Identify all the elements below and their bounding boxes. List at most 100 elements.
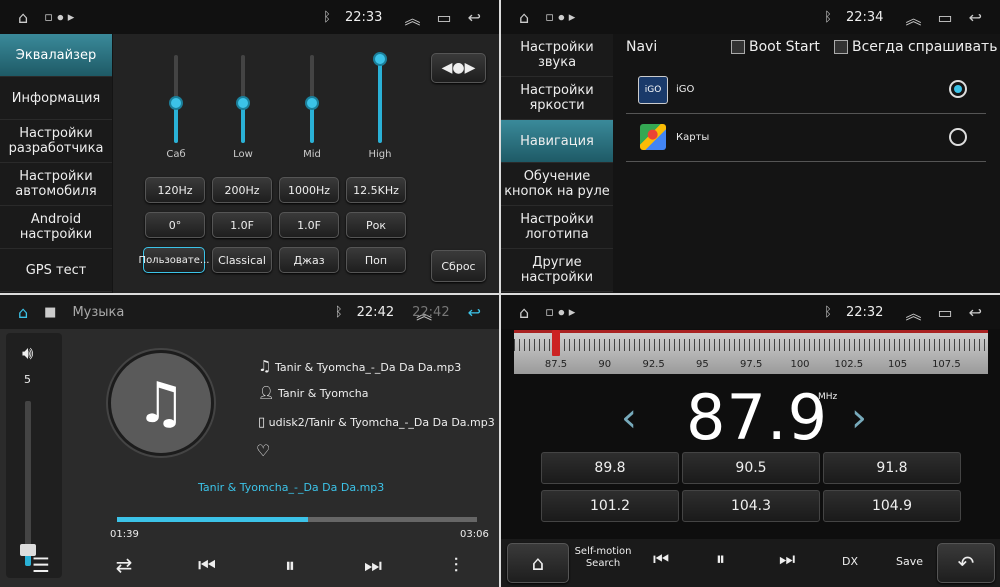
menu-item-sound[interactable]: Настройки звука bbox=[501, 34, 613, 77]
self-motion-label: Self-motion bbox=[574, 546, 632, 557]
eq-slider-1[interactable] bbox=[236, 55, 250, 143]
freq-12-5khz[interactable]: 12.5KHz bbox=[346, 177, 406, 203]
back-button[interactable]: ↶ bbox=[937, 543, 995, 583]
preset-jazz[interactable]: Джаз bbox=[279, 247, 339, 273]
previous-icon[interactable]: ⏮︎ bbox=[653, 549, 669, 570]
navi-title: Navi bbox=[626, 39, 658, 55]
file-name: Tanir & Tyomcha_-_Da Da Da.mp3 bbox=[274, 361, 462, 374]
home-button[interactable]: ⌂ bbox=[507, 543, 569, 583]
chevron-up-icon[interactable]: ︽ bbox=[404, 5, 420, 29]
freq-120hz[interactable]: 120Hz bbox=[145, 177, 205, 203]
back-icon[interactable]: ↩ bbox=[468, 303, 481, 322]
pause-icon[interactable]: ⏸︎ bbox=[270, 553, 310, 577]
menu-item-logo[interactable]: Настройки логотипа bbox=[501, 206, 613, 249]
equalizer-icon[interactable]: ⫶ bbox=[436, 553, 476, 577]
always-ask-checkbox[interactable]: Всегда спрашивать bbox=[834, 39, 997, 55]
preset-3[interactable]: 91.8 bbox=[823, 452, 961, 484]
self-motion-search-button[interactable]: Self-motion Search bbox=[573, 546, 633, 570]
eq-slider-0[interactable] bbox=[169, 55, 183, 143]
app-row-igo[interactable]: iGO iGO bbox=[626, 66, 986, 114]
boot-start-checkbox[interactable]: Boot Start bbox=[731, 39, 820, 55]
recent-apps-icon[interactable]: ▭ bbox=[937, 8, 952, 27]
next-icon[interactable]: ⏭︎ bbox=[353, 553, 393, 577]
preset-pop[interactable]: Поп bbox=[346, 247, 406, 273]
freq-200hz[interactable]: 200Hz bbox=[212, 177, 272, 203]
radio-controls: ⌂ Self-motion Search ⏮︎ ⏸︎ ⏭︎ DX Save ↶ bbox=[501, 539, 1000, 587]
igo-logo: iGO bbox=[638, 76, 668, 104]
menu-item-android[interactable]: Android настройки bbox=[0, 206, 112, 249]
boot-start-label: Boot Start bbox=[749, 39, 820, 55]
app-row-maps[interactable]: ● Карты bbox=[626, 114, 986, 162]
next-icon[interactable]: ⏭︎ bbox=[779, 549, 795, 570]
notification-icons: ▫ ⦁ ▸ bbox=[545, 9, 576, 25]
q-1f-b[interactable]: 1.0F bbox=[279, 212, 339, 238]
menu-item-gps[interactable]: GPS тест bbox=[0, 249, 112, 292]
radio-maps[interactable] bbox=[949, 128, 967, 146]
radio-igo[interactable] bbox=[949, 80, 967, 98]
search-label: Search bbox=[585, 558, 621, 569]
back-icon: ↶ bbox=[957, 551, 975, 575]
volume-slider[interactable] bbox=[20, 401, 36, 566]
home-icon[interactable]: ⌂ bbox=[519, 8, 529, 27]
q-1f-a[interactable]: 1.0F bbox=[212, 212, 272, 238]
menu-item-developer[interactable]: Настройки разработчика bbox=[0, 120, 112, 163]
tick-label: 95 bbox=[696, 359, 709, 370]
eq-slider-2[interactable] bbox=[305, 55, 319, 143]
back-icon[interactable]: ↩ bbox=[468, 8, 481, 27]
menu-item-brightness[interactable]: Настройки яркости bbox=[501, 77, 613, 120]
chevron-up-icon[interactable]: ︽ bbox=[905, 5, 921, 29]
preset-6[interactable]: 104.9 bbox=[823, 490, 961, 522]
preset-classical[interactable]: Classical bbox=[212, 247, 272, 273]
tick-label: 87.5 bbox=[544, 359, 568, 370]
bluetooth-icon: ᛒ bbox=[323, 9, 331, 25]
menu-item-info[interactable]: Информация bbox=[0, 77, 112, 120]
preset-4[interactable]: 101.2 bbox=[541, 490, 679, 522]
previous-icon[interactable]: ⏮︎ bbox=[187, 553, 227, 577]
tuning-needle[interactable] bbox=[552, 330, 560, 356]
save-button[interactable]: Save bbox=[896, 555, 923, 568]
eq-slider-3[interactable] bbox=[373, 52, 387, 143]
preset-2[interactable]: 90.5 bbox=[682, 452, 820, 484]
recent-apps-icon[interactable]: ▭ bbox=[436, 8, 451, 27]
back-icon[interactable]: ↩ bbox=[969, 8, 982, 27]
artist-row: 👤︎ Tanir & Tyomcha bbox=[258, 386, 369, 401]
q-0[interactable]: 0° bbox=[145, 212, 205, 238]
freq-1000hz[interactable]: 1000Hz bbox=[279, 177, 339, 203]
menu-item-navigation[interactable]: Навигация bbox=[501, 120, 613, 163]
progress-bar[interactable] bbox=[117, 517, 477, 522]
recent-apps-icon[interactable]: ▭ bbox=[937, 303, 952, 322]
home-icon[interactable]: ⌂ bbox=[18, 8, 28, 27]
album-art: ♫ bbox=[108, 350, 214, 456]
preset-user[interactable]: Пользовате... bbox=[139, 247, 209, 273]
chevron-up-icon[interactable]: ︽ bbox=[905, 300, 921, 324]
file-row: ♫ Tanir & Tyomcha_-_Da Da Da.mp3 bbox=[258, 357, 461, 375]
reset-button[interactable]: Сброс bbox=[431, 250, 486, 282]
artist-name: Tanir & Tyomcha bbox=[278, 387, 369, 400]
menu-item-equalizer[interactable]: Эквалайзер bbox=[0, 34, 112, 77]
always-ask-label: Всегда спрашивать bbox=[852, 39, 998, 55]
frequency-ruler[interactable]: 87.5 90 92.5 95 97.5 100 102.5 105 107.5 bbox=[514, 330, 988, 374]
preset-5[interactable]: 104.3 bbox=[682, 490, 820, 522]
bluetooth-icon: ᛒ bbox=[824, 9, 832, 25]
clock-ghost: 22:42 bbox=[412, 304, 450, 320]
preset-1[interactable]: 89.8 bbox=[541, 452, 679, 484]
repeat-icon[interactable]: ⇄ bbox=[104, 553, 144, 577]
home-icon[interactable]: ⌂ bbox=[18, 303, 28, 322]
menu-item-car[interactable]: Настройки автомобиля bbox=[0, 163, 112, 206]
balance-button[interactable]: ◀●▶ bbox=[431, 53, 486, 83]
prev-station-icon[interactable]: ‹ bbox=[621, 395, 637, 441]
playlist-icon[interactable]: ☰ bbox=[21, 553, 61, 577]
back-icon[interactable]: ↩ bbox=[969, 303, 982, 322]
pause-icon[interactable]: ⏸︎ bbox=[716, 549, 725, 570]
preset-rock[interactable]: Рок bbox=[346, 212, 406, 238]
volume-value: 5 bbox=[24, 373, 31, 386]
home-icon[interactable]: ⌂ bbox=[519, 303, 529, 322]
next-station-icon[interactable]: › bbox=[851, 395, 867, 441]
menu-item-other[interactable]: Другие настройки bbox=[501, 249, 613, 292]
settings-menu: Настройки звука Настройки яркости Навига… bbox=[501, 34, 613, 293]
navigation-panel: ⌂ ▫ ⦁ ▸ ᛒ 22:34 ︽ ▭ ↩ Настройки звука На… bbox=[501, 0, 1000, 293]
app-name: Карты bbox=[676, 132, 710, 143]
favorite-heart-icon[interactable]: ♡ bbox=[256, 441, 270, 460]
menu-item-steering[interactable]: Обучение кнопок на руле bbox=[501, 163, 613, 206]
dx-button[interactable]: DX bbox=[842, 555, 858, 568]
